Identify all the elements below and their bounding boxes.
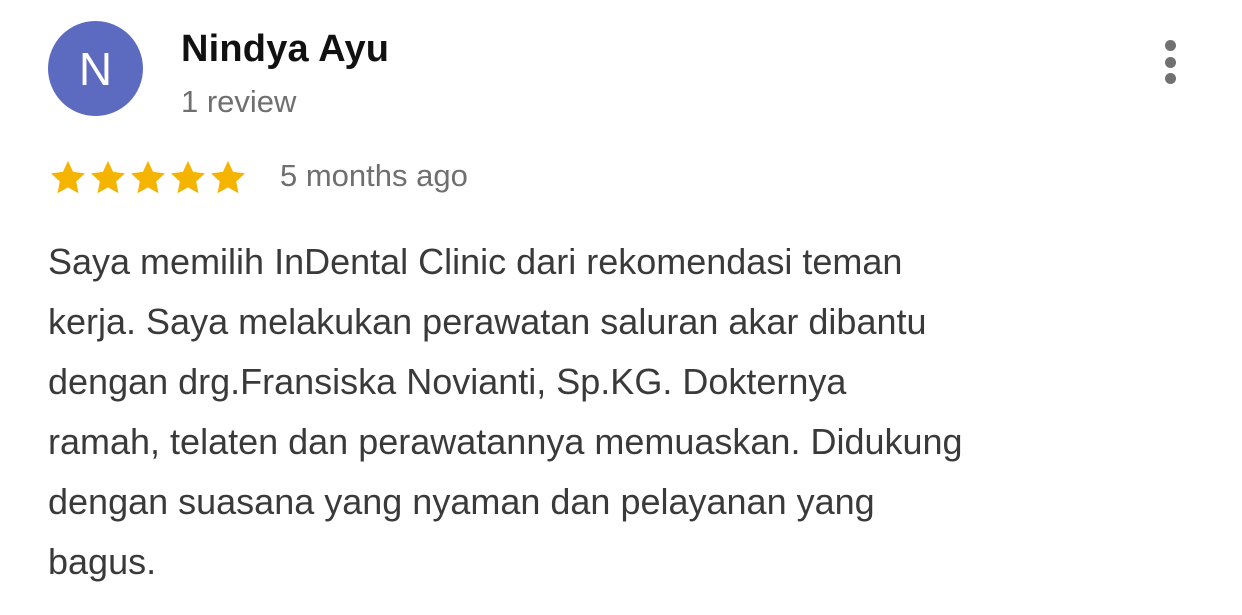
star-icon (91, 161, 125, 194)
review-text-line: Saya memilih InDental Clinic dari rekome… (48, 241, 903, 282)
review-text-line: ramah, telaten dan perawatannya memuaska… (48, 421, 963, 462)
review-count: 1 review (181, 84, 297, 119)
review-time: 5 months ago (280, 158, 468, 193)
star-icon (211, 161, 245, 194)
more-vert-icon (1164, 40, 1176, 51)
avatar[interactable]: N (48, 21, 143, 116)
more-vert-icon-dot (1164, 56, 1176, 68)
review-text-line: dengan suasana yang nyaman dan pelayanan… (48, 481, 875, 522)
more-vert-icon-dot (1164, 73, 1176, 84)
star-rating (48, 153, 248, 203)
avatar-initial: N (78, 42, 113, 95)
star-icon (131, 161, 165, 194)
review-text-line: kerja. Saya melakukan perawatan saluran … (48, 301, 927, 342)
review-text-line: dengan drg.Fransiska Novianti, Sp.KG. Do… (48, 361, 847, 402)
review-text-line: bagus. (48, 541, 157, 582)
star-icon (171, 161, 205, 194)
review-text: Saya memilih InDental Clinic dari rekome… (48, 232, 1148, 592)
star-icon (51, 161, 85, 194)
reviewer-name[interactable]: Nindya Ayu (181, 28, 389, 71)
more-options-button[interactable] (1150, 34, 1190, 90)
